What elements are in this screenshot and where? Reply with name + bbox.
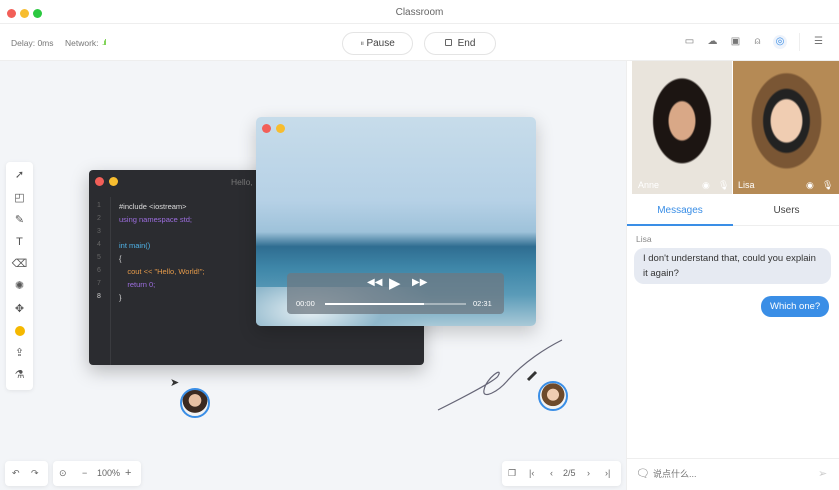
tool-palette: ➚ ◰ ✎ T ⌫ ✺ ✥ ⇪ ⚗ — [6, 162, 33, 390]
chat-message: I don't understand that, could you expla… — [634, 248, 831, 284]
camera-icon[interactable]: ◉ — [806, 180, 814, 191]
maximize-window-button[interactable] — [33, 9, 42, 18]
move-icon[interactable]: ✥ — [6, 301, 33, 317]
side-panel: Anne ◉ 🎙 Lisa ◉ 🎙 Messages Users Lisa I … — [626, 61, 839, 490]
tab-messages[interactable]: Messages — [627, 197, 733, 226]
current-time: 00:00 — [296, 299, 315, 308]
page-indicator: 2/5 — [563, 468, 576, 478]
code-line: { — [119, 254, 122, 263]
video-tile-lisa: Lisa ◉ 🎙 — [733, 61, 839, 194]
camera-icon[interactable]: ◉ — [702, 180, 710, 191]
chat-message-own: Which one? — [761, 296, 830, 317]
last-page-icon[interactable]: ›| — [605, 461, 610, 486]
play-icon[interactable]: ▶ — [389, 274, 401, 292]
redo-icon[interactable]: ↷ — [31, 461, 39, 486]
minimize-code-window-button[interactable] — [109, 177, 118, 186]
network-label: Network: — [65, 38, 99, 48]
send-icon[interactable]: ➢ — [818, 467, 827, 480]
record-icon[interactable]: ◎ — [773, 35, 787, 49]
code-line: } — [119, 293, 122, 302]
page-controls: ❐ |‹ ‹ 2/5 › ›| — [502, 461, 621, 486]
seek-bar[interactable] — [325, 303, 466, 305]
fit-icon[interactable]: ⊙ — [59, 461, 67, 486]
window-title: Classroom — [395, 7, 444, 18]
line-number: 4 — [97, 241, 101, 248]
laser-icon[interactable]: ✺ — [6, 278, 33, 294]
code-window-title: Hello, — [231, 177, 253, 187]
pages-icon[interactable]: ❐ — [508, 461, 516, 486]
line-number: 2 — [97, 215, 101, 222]
menu-icon[interactable]: ☰ — [813, 37, 824, 47]
microphone-icon[interactable]: 🎙 — [718, 180, 729, 191]
pause-button[interactable]: ⏸ Pause — [342, 32, 413, 55]
undo-redo-group: ↶ ↷ — [5, 461, 48, 486]
line-number: 5 — [97, 254, 101, 261]
line-number: 8 — [97, 293, 101, 300]
line-number: 6 — [97, 267, 101, 274]
clear-icon[interactable]: ⚗ — [6, 367, 33, 383]
pen-icon[interactable]: ✎ — [6, 212, 33, 228]
video-controls: ◀◀ ▶ ▶▶ 00:00 02:31 — [287, 273, 504, 314]
cloud-icon[interactable]: ☁ — [707, 37, 718, 47]
text-icon[interactable]: T — [6, 234, 33, 250]
chat-icon: 🗨 — [636, 468, 650, 480]
minimize-window-button[interactable] — [20, 9, 29, 18]
code-line: cout << "Hello, World!"; — [119, 267, 205, 276]
close-code-window-button[interactable] — [95, 177, 104, 186]
chat-input-bar: 🗨 ➢ — [627, 458, 839, 490]
chat-input[interactable] — [653, 465, 813, 483]
minimize-video-window-button[interactable] — [276, 124, 285, 133]
microphone-icon[interactable]: 🎙 — [822, 180, 833, 191]
line-number: 3 — [97, 228, 101, 235]
avatar — [180, 388, 210, 418]
code-line: using namespace std; — [119, 215, 192, 224]
line-number: 1 — [97, 202, 101, 209]
stop-icon — [444, 39, 452, 46]
end-button[interactable]: End — [424, 32, 496, 55]
cursor-icon[interactable]: ➚ — [6, 167, 33, 183]
zoom-in-icon[interactable]: + — [125, 461, 131, 486]
screen-share-icon[interactable]: ▣ — [730, 37, 741, 47]
participant-name: Anne — [638, 180, 660, 190]
ink-signature — [437, 339, 563, 411]
code-line: #include <iostream> — [119, 202, 187, 211]
remote-cursor-icon: ➤ — [170, 377, 180, 389]
video-camera-icon[interactable]: ▭ — [684, 37, 695, 47]
network-signal-icon: .ıl — [102, 38, 106, 47]
code-line: return 0; — [119, 280, 156, 289]
video-window[interactable]: ◀◀ ▶ ▶▶ 00:00 02:31 — [256, 117, 536, 326]
tab-label: Messages — [657, 205, 703, 216]
close-window-button[interactable] — [7, 9, 16, 18]
sticky-note-icon[interactable]: ◰ — [6, 190, 33, 206]
prev-page-icon[interactable]: ‹ — [550, 461, 553, 486]
code-line: int main() — [119, 241, 151, 250]
tab-users[interactable]: Users — [733, 197, 839, 226]
toolbar: Delay: 0ms Network: .ıl ⏸ Pause End ▭ ☁ … — [0, 24, 839, 61]
color-icon[interactable] — [6, 323, 33, 339]
next-page-icon[interactable]: › — [587, 461, 590, 486]
delay-status: Delay: 0ms — [11, 38, 54, 48]
title-bar: Classroom — [0, 0, 839, 24]
tab-label: Users — [773, 205, 800, 216]
zoom-controls: ⊙ − 100% + — [53, 461, 141, 486]
message-sender: Lisa — [636, 234, 652, 244]
add-user-icon[interactable]: ⍝ — [752, 37, 763, 47]
zoom-out-icon[interactable]: − — [82, 461, 87, 486]
first-page-icon[interactable]: |‹ — [529, 461, 534, 486]
line-number: 7 — [97, 280, 101, 287]
upload-icon[interactable]: ⇪ — [6, 345, 33, 361]
close-video-window-button[interactable] — [262, 124, 271, 133]
forward-icon[interactable]: ▶▶ — [412, 277, 427, 288]
divider — [799, 33, 800, 51]
video-tile-anne: Anne ◉ 🎙 — [632, 61, 732, 194]
duration: 02:31 — [473, 299, 492, 308]
seek-progress — [325, 303, 424, 305]
eraser-icon[interactable]: ⌫ — [6, 256, 33, 272]
participant-name: Lisa — [738, 180, 755, 190]
undo-icon[interactable]: ↶ — [12, 461, 20, 486]
zoom-level: 100% — [97, 468, 121, 478]
rewind-icon[interactable]: ◀◀ — [367, 277, 382, 288]
